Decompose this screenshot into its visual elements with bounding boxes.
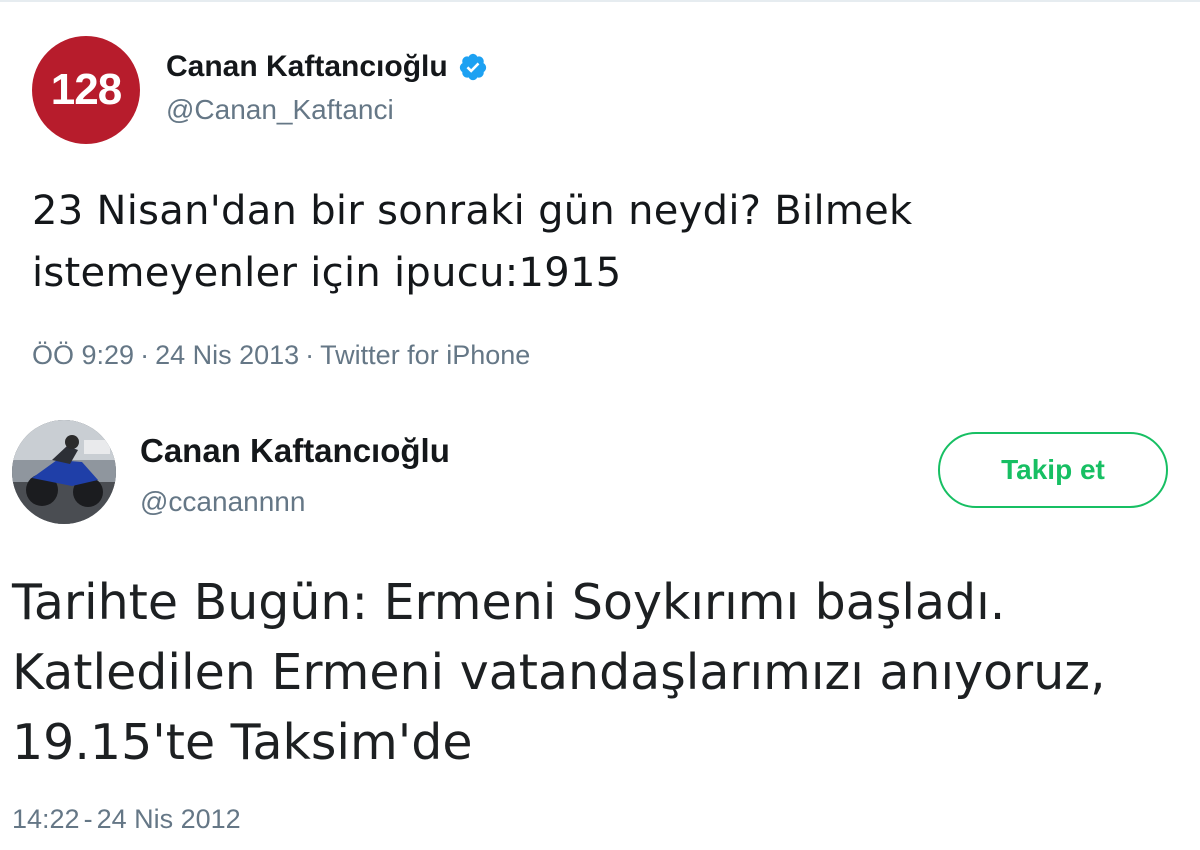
tweet2-text-line: Tarihte Bugün: Ermeni Soykırımı başladı. bbox=[12, 574, 1006, 631]
tweet1-text: 23 Nisan'dan bir sonraki gün neydi? Bilm… bbox=[32, 180, 1132, 304]
tweet2-text-line: Katledilen Ermeni vatandaşlarımızı anıyo… bbox=[12, 644, 1106, 701]
tweet2-text-line: 19.15'te Taksim'de bbox=[12, 714, 473, 771]
tweet2-handle[interactable]: @ccanannnn bbox=[140, 486, 305, 518]
motorcycle-photo-icon bbox=[12, 420, 116, 524]
verified-badge-icon bbox=[459, 53, 486, 81]
meta-separator: - bbox=[83, 804, 93, 834]
meta-separator: · bbox=[140, 340, 150, 370]
tweet1-display-name-row: Canan Kaftancıoğlu bbox=[166, 50, 488, 84]
tweet2-display-name[interactable]: Canan Kaftancıoğlu bbox=[140, 432, 450, 470]
meta-separator: · bbox=[305, 340, 315, 370]
tweet1-handle[interactable]: @Canan_Kaftanci bbox=[166, 94, 394, 126]
top-divider bbox=[0, 0, 1200, 2]
tweet1-source[interactable]: Twitter for iPhone bbox=[320, 340, 530, 370]
tweet1-text-line: istemeyenler için ipucu:1915 bbox=[32, 250, 622, 296]
tweet1-date[interactable]: 24 Nis 2013 bbox=[155, 340, 299, 370]
tweet1-meta: ÖÖ 9:29 · 24 Nis 2013 · Twitter for iPhone bbox=[32, 340, 530, 371]
avatar-motorcycle-photo[interactable] bbox=[12, 420, 116, 524]
tweet2-text: Tarihte Bugün: Ermeni Soykırımı başladı.… bbox=[12, 568, 1192, 778]
tweet1-time[interactable]: ÖÖ 9:29 bbox=[32, 340, 134, 370]
follow-button[interactable]: Takip et bbox=[938, 432, 1168, 508]
tweet1-display-name[interactable]: Canan Kaftancıoğlu bbox=[166, 50, 448, 84]
avatar-text: 128 bbox=[50, 65, 122, 114]
tweet1-text-line: 23 Nisan'dan bir sonraki gün neydi? Bilm… bbox=[32, 188, 913, 234]
tweet2-date[interactable]: 24 Nis 2012 bbox=[97, 804, 241, 834]
tweet2-time[interactable]: 14:22 bbox=[12, 804, 80, 834]
tweet2-meta: 14:22-24 Nis 2012 bbox=[12, 804, 241, 835]
avatar-128[interactable]: 128 bbox=[32, 36, 140, 144]
